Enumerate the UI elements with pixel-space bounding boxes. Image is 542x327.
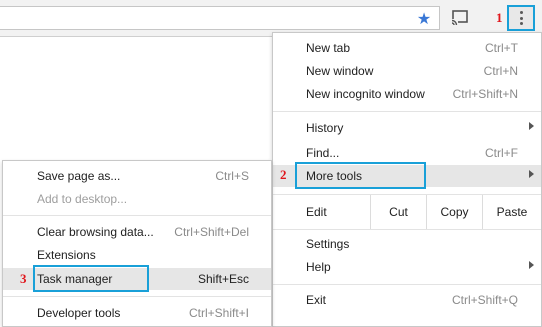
menu-item-label: New incognito window (306, 87, 425, 101)
menu-item-label: New window (306, 64, 374, 78)
menu-item-label: Help (306, 260, 331, 274)
menu-item-new-window[interactable]: New window Ctrl+N (273, 60, 541, 82)
cut-button[interactable]: Cut (370, 195, 426, 229)
menu-item-label: New tab (306, 41, 351, 55)
submenu-item-label: Clear browsing data... (37, 225, 154, 239)
menu-separator (3, 296, 271, 297)
menu-item-exit[interactable]: Exit Ctrl+Shift+Q (273, 289, 541, 311)
menu-item-label: More tools (306, 169, 363, 183)
star-icon[interactable]: ★ (414, 9, 434, 29)
submenu-item-add-to-desktop: Add to desktop... (3, 188, 271, 210)
menu-button[interactable] (507, 5, 535, 31)
submenu-item-label: Developer tools (37, 306, 121, 320)
shortcut-text: Shift+Esc (197, 272, 249, 286)
menu-item-settings[interactable]: Settings (273, 233, 541, 255)
submenu-item-extensions[interactable]: Extensions (3, 244, 271, 266)
submenu-item-developer-tools[interactable]: Developer tools Ctrl+Shift+I (3, 302, 271, 324)
menu-item-label: Find... (306, 146, 340, 160)
edit-row: Edit Cut Copy Paste (273, 195, 541, 229)
chrome-main-menu: New tab Ctrl+T New window Ctrl+N New inc… (272, 32, 542, 327)
submenu-item-clear-browsing-data[interactable]: Clear browsing data... Ctrl+Shift+Del (3, 221, 271, 243)
step-label-2: 2 (280, 167, 287, 182)
shortcut-text: Ctrl+Shift+Q (451, 293, 518, 307)
menu-item-new-tab[interactable]: New tab Ctrl+T (273, 37, 541, 59)
menu-separator (273, 229, 541, 230)
kebab-menu-icon (520, 11, 524, 27)
shortcut-text: Ctrl+Shift+I (188, 306, 249, 320)
submenu-item-label: Save page as... (37, 169, 121, 183)
shortcut-text: Ctrl+T (485, 41, 518, 55)
shortcut-text: Ctrl+Shift+Del (174, 225, 249, 239)
menu-item-more-tools[interactable]: More tools (273, 165, 541, 187)
menu-item-label: History (306, 121, 344, 135)
more-tools-submenu: Save page as... Ctrl+S Add to desktop...… (2, 160, 272, 327)
menu-separator (273, 284, 541, 285)
menu-item-new-incognito-window[interactable]: New incognito window Ctrl+Shift+N (273, 83, 541, 105)
paste-button[interactable]: Paste (482, 195, 541, 229)
submenu-item-label: Task manager (37, 272, 113, 286)
submenu-item-label: Extensions (37, 248, 96, 262)
edit-label: Edit (306, 205, 327, 219)
shortcut-text: Ctrl+N (483, 64, 518, 78)
menu-item-label: Exit (306, 293, 327, 307)
submenu-item-save-page-as[interactable]: Save page as... Ctrl+S (3, 165, 271, 187)
menu-item-help[interactable]: Help (273, 256, 541, 278)
step-label-1: 1 (496, 10, 503, 25)
cast-icon[interactable] (451, 10, 469, 26)
address-bar[interactable]: ★ (0, 6, 440, 30)
submenu-item-task-manager[interactable]: Task manager Shift+Esc (3, 268, 271, 290)
step-label-3: 3 (20, 271, 27, 286)
shortcut-text: Ctrl+Shift+N (452, 87, 518, 101)
chevron-right-icon (529, 261, 534, 269)
submenu-item-label: Add to desktop... (37, 192, 128, 206)
shortcut-text: Ctrl+S (215, 169, 249, 183)
shortcut-text: Ctrl+F (485, 146, 518, 160)
menu-separator (3, 215, 271, 216)
copy-button[interactable]: Copy (426, 195, 482, 229)
menu-separator (273, 111, 541, 112)
menu-item-history[interactable]: History (273, 117, 541, 139)
menu-item-label: Settings (306, 237, 350, 251)
chevron-right-icon (529, 122, 534, 130)
menu-item-find[interactable]: Find... Ctrl+F (273, 142, 541, 164)
chevron-right-icon (529, 170, 534, 178)
